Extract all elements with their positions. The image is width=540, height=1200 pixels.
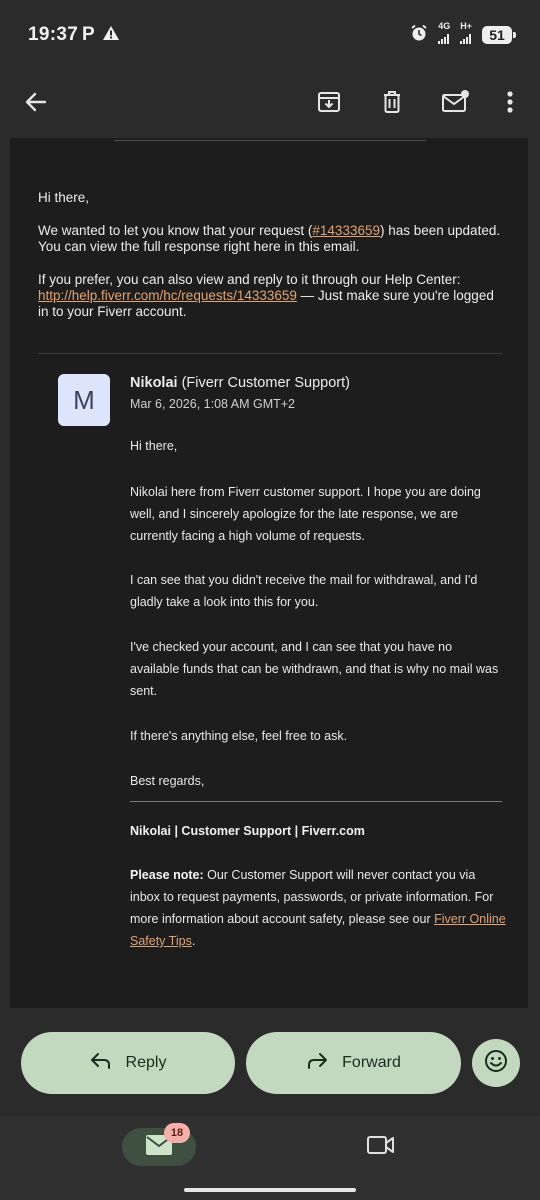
message-paragraph-4: If there's anything else, feel free to a… [130,729,348,743]
more-icon [506,90,514,119]
top-app-bar [0,70,540,138]
emoji-reaction-button[interactable] [472,1039,520,1087]
video-camera-icon [366,1136,396,1160]
reply-label: Reply [125,1054,167,1071]
reply-button[interactable]: Reply [21,1032,235,1094]
forward-button[interactable]: Forward [246,1032,461,1094]
safety-note: Please note: Our Customer Support will n… [130,868,506,948]
back-button[interactable] [14,82,58,126]
message-paragraph-2: I can see that you didn't receive the ma… [130,573,478,609]
delete-button[interactable] [370,82,414,126]
signal-4g-icon: 4G [438,21,450,49]
warning-icon [102,25,120,46]
intro-paragraph-2: If you prefer, you can also view and rep… [38,272,494,319]
back-arrow-icon [23,89,49,120]
message-paragraph-3: I've checked your account, and I can see… [130,640,499,698]
request-id-link[interactable]: #14333659 [312,223,380,238]
battery-indicator: 51 [482,26,516,44]
signature-divider [130,801,502,802]
alarm-icon [410,24,428,47]
mark-unread-button[interactable] [433,82,477,126]
signature: Nikolai | Customer Support | Fiverr.com [130,824,365,838]
unread-count-badge: 18 [164,1123,190,1143]
clock: 19:37 [28,24,79,45]
message-date: Mar 6, 2026, 1:08 AM GMT+2 [130,397,296,411]
divider [114,140,426,141]
divider [38,353,502,354]
message-greeting: Hi there, [130,439,178,453]
parking-indicator: P [82,24,95,45]
smiley-icon [484,1049,508,1078]
forward-label: Forward [342,1054,401,1071]
email-body: Hi there, We wanted to let you know that… [10,138,528,1008]
reply-icon [90,1052,112,1075]
forward-icon [306,1052,328,1075]
avatar: M [58,374,110,426]
sender-name: Nikolai [130,375,178,391]
sender-line: Nikolai (Fiverr Customer Support) [130,375,350,391]
meet-tab[interactable] [366,1134,396,1161]
intro-greeting: Hi there, [38,190,90,205]
help-center-link[interactable]: http://help.fiverr.com/hc/requests/14333… [38,288,297,303]
home-indicator[interactable] [184,1188,356,1192]
status-bar: 19:37 P 4G H+ 51 [0,0,540,70]
archive-icon [316,89,342,120]
sender-org: (Fiverr Customer Support) [177,375,350,391]
signal-hplus-icon: H+ [460,21,472,49]
status-icons: 4G H+ 51 [410,21,516,49]
archive-button[interactable] [307,82,351,126]
mark-unread-icon [441,89,469,120]
delete-icon [379,89,405,120]
intro-section: Hi there, We wanted to let you know that… [38,190,508,337]
message-closing: Best regards, [130,774,205,788]
intro-paragraph-1: We wanted to let you know that your requ… [38,223,501,254]
message-paragraph-1: Nikolai here from Fiverr customer suppor… [130,485,481,543]
bottom-navigation: 18 [0,1116,540,1200]
more-options-button[interactable] [488,82,532,126]
